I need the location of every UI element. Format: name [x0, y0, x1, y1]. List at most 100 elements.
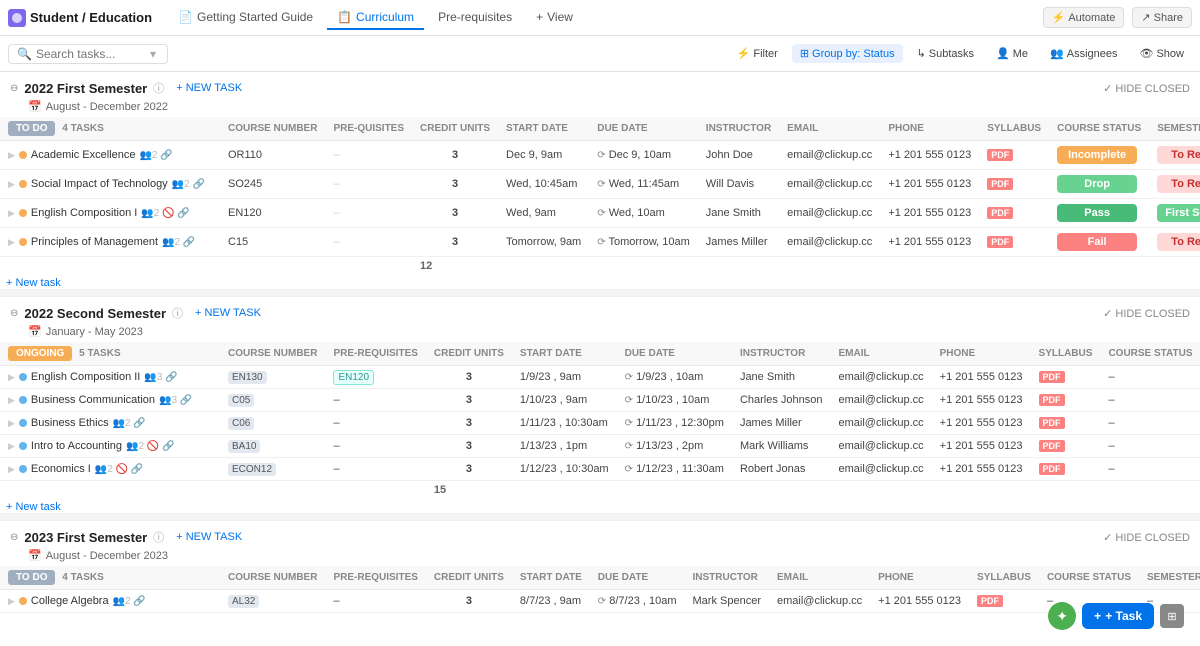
app-icon	[8, 9, 26, 27]
col-instructor: INSTRUCTOR	[732, 342, 831, 366]
course-status-badge: Incomplete	[1057, 146, 1137, 164]
total-credits: 12	[412, 257, 498, 276]
expand-icon[interactable]: ▶	[8, 395, 15, 406]
new-task-button[interactable]: + NEW TASK	[189, 306, 267, 320]
me-button[interactable]: 👤 Me	[988, 44, 1036, 63]
search-input[interactable]	[36, 47, 146, 61]
hide-closed-button[interactable]: ✓ HIDE CLOSED	[1103, 82, 1190, 95]
pdf-icon: PDF	[987, 207, 1013, 219]
group-by-button[interactable]: ⊞ Group by: Status	[792, 44, 903, 63]
credits: 3	[412, 228, 498, 257]
new-task-button[interactable]: + NEW TASK	[170, 530, 248, 544]
email: email@clickup.cc	[831, 435, 932, 458]
expand-icon[interactable]: ▶	[8, 208, 15, 219]
task-name[interactable]: Intro to Accounting	[31, 440, 122, 452]
table-row: ▶ Principles of Management 👥2 🔗 C15 – 3 …	[0, 228, 1200, 257]
email: email@clickup.cc	[769, 590, 870, 613]
tab-curriculum[interactable]: 📋 Curriculum	[327, 6, 424, 30]
tab-view[interactable]: + View	[526, 6, 583, 30]
hide-closed-button[interactable]: ✓ HIDE CLOSED	[1103, 531, 1190, 544]
col-semester: SEMESTER COMPL...	[1149, 117, 1200, 141]
credits: 3	[426, 435, 512, 458]
col-prereq: PRE-QUISITES	[325, 117, 412, 141]
info-icon[interactable]: ⓘ	[153, 529, 164, 545]
course-number: C05	[220, 389, 325, 412]
task-name-cell: ▶ Principles of Management 👥2 🔗	[0, 228, 220, 257]
expand-icon[interactable]: ▶	[8, 464, 15, 475]
tab-prerequisites[interactable]: Pre-requisites	[428, 6, 522, 30]
course-status: Fail	[1049, 228, 1149, 257]
due-date: ⟳ 8/7/23 , 10am	[590, 590, 685, 613]
task-name-cell: ▶ Social Impact of Technology 👥2 🔗	[0, 170, 220, 199]
phone: +1 201 555 0123	[932, 435, 1031, 458]
add-task-button[interactable]: + New task	[0, 275, 67, 291]
new-task-button[interactable]: + NEW TASK	[170, 81, 248, 95]
collapse-icon[interactable]: ⊖	[10, 532, 18, 543]
expand-icon[interactable]: ▶	[8, 179, 15, 190]
expand-icon[interactable]: ▶	[8, 150, 15, 161]
expand-icon[interactable]: ▶	[8, 596, 15, 607]
prereq: –	[325, 199, 412, 228]
expand-icon[interactable]: ▶	[8, 441, 15, 452]
fab-green-icon[interactable]: ✦	[1048, 602, 1076, 630]
section-title: 2023 First Semester	[24, 530, 147, 545]
task-name[interactable]: Academic Excellence	[31, 149, 136, 161]
expand-icon[interactable]: ▶	[8, 372, 15, 383]
due-date: ⟳ 1/13/23 , 2pm	[617, 435, 732, 458]
phone: +1 201 555 0123	[932, 458, 1031, 481]
task-name[interactable]: Business Ethics	[31, 417, 109, 429]
share-button[interactable]: ↗ Share	[1132, 7, 1192, 28]
col-phone: PHONE	[932, 342, 1031, 366]
section-date-range: 📅 August - December 2023	[0, 547, 1200, 566]
start-date: Wed, 10:45am	[498, 170, 589, 199]
task-name[interactable]: Business Communication	[31, 394, 155, 406]
subtasks-button[interactable]: ↳ Subtasks	[909, 44, 982, 63]
automate-button[interactable]: ⚡ Automate	[1043, 7, 1125, 28]
expand-icon[interactable]: ▶	[8, 237, 15, 248]
instructor: James Miller	[732, 412, 831, 435]
section-2023-first: ⊖ 2023 First Semester ⓘ + NEW TASK ✓ HID…	[0, 521, 1200, 613]
tab-getting-started[interactable]: 📄 Getting Started Guide	[168, 6, 323, 30]
assignees-button[interactable]: 👥 Assignees	[1042, 44, 1125, 63]
task-name[interactable]: English Composition II	[31, 371, 140, 383]
collapse-icon[interactable]: ⊖	[10, 83, 18, 94]
col-header-status: ONGOING 5 TASKS	[0, 342, 220, 366]
course-status: –	[1100, 435, 1200, 458]
credits: 3	[426, 412, 512, 435]
task-meta-icons: 👥2 🚫 🔗	[141, 208, 189, 219]
task-name-cell: ▶ College Algebra 👥2 🔗	[0, 590, 220, 613]
semester-compl: To Retake	[1149, 228, 1200, 257]
task-dot	[19, 419, 27, 427]
hide-closed-button[interactable]: ✓ HIDE CLOSED	[1103, 307, 1190, 320]
col-instructor: INSTRUCTOR	[685, 566, 769, 590]
task-name[interactable]: Social Impact of Technology	[31, 178, 168, 190]
semester-badge: To Retake	[1157, 146, 1200, 164]
instructor: Jane Smith	[732, 366, 831, 389]
col-header-status: TO DO 4 TASKS	[0, 566, 220, 590]
instructor: Jane Smith	[698, 199, 779, 228]
table-row: ▶ College Algebra 👥2 🔗 AL32 – 3 8/7/23 ,…	[0, 590, 1200, 613]
due-date: ⟳ Dec 9, 10am	[589, 141, 698, 170]
pdf-icon: PDF	[987, 178, 1013, 190]
syllabus: PDF	[969, 590, 1039, 613]
expand-icon[interactable]: ▶	[8, 418, 15, 429]
add-task-fab-button[interactable]: + + Task	[1082, 603, 1154, 629]
task-name[interactable]: Economics I	[31, 463, 91, 475]
phone: +1 201 555 0123	[880, 141, 979, 170]
task-name[interactable]: College Algebra	[31, 595, 109, 607]
pdf-icon: PDF	[1039, 417, 1065, 429]
collapse-icon[interactable]: ⊖	[10, 308, 18, 319]
course-status: –	[1100, 458, 1200, 481]
credits: 3	[412, 199, 498, 228]
filter-button[interactable]: ⚡ Filter	[729, 44, 786, 63]
task-meta-icons: 👥2 🔗	[162, 237, 195, 248]
info-icon[interactable]: ⓘ	[172, 305, 183, 321]
task-name[interactable]: English Composition I	[31, 207, 137, 219]
task-name[interactable]: Principles of Management	[31, 236, 158, 248]
add-task-button[interactable]: + New task	[0, 499, 67, 515]
search-box[interactable]: 🔍 ▾	[8, 44, 168, 64]
info-icon[interactable]: ⓘ	[153, 80, 164, 96]
grid-icon[interactable]: ⊞	[1160, 604, 1184, 628]
show-button[interactable]: 👁 Show	[1132, 44, 1193, 63]
group-icon: ⊞	[800, 47, 809, 60]
